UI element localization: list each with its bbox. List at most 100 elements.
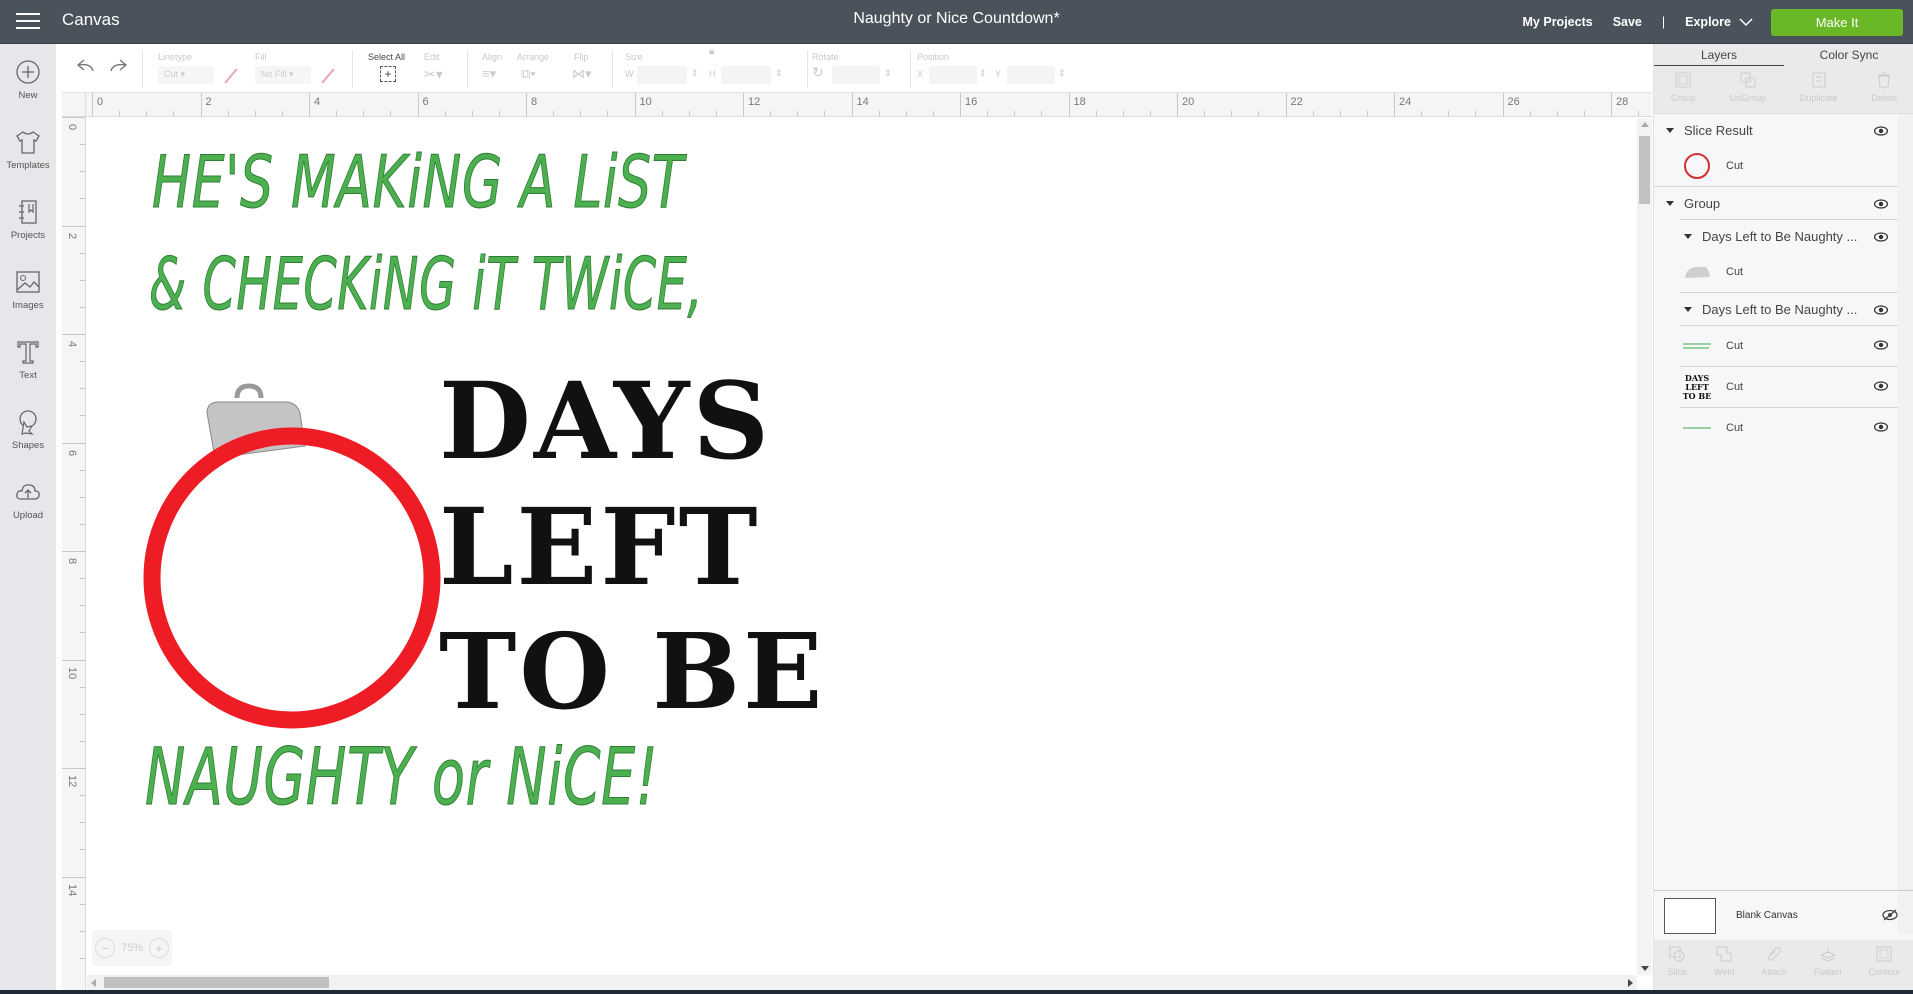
ornament-graphic[interactable] (137, 378, 447, 730)
app-title: Canvas (62, 10, 120, 29)
scroll-left-arrow[interactable] (91, 979, 96, 987)
contour-button[interactable]: Contour (1868, 940, 1900, 990)
layer-item[interactable]: DAYS LEFT TO BE Cut (1654, 367, 1898, 407)
zoom-out-button[interactable]: − (94, 938, 115, 958)
duplicate-button[interactable]: Duplicate (1800, 66, 1837, 113)
eye-icon[interactable] (1873, 124, 1889, 139)
ruler-minor-tick (770, 111, 772, 116)
weld-button[interactable]: Weld (1714, 940, 1734, 990)
expand-caret-icon[interactable] (1666, 127, 1674, 133)
horizontal-scrollbar[interactable] (87, 975, 1637, 990)
width-stepper[interactable]: ⇕ (691, 68, 699, 79)
notebook-icon (19, 200, 37, 224)
nav-projects[interactable]: Projects (0, 198, 56, 241)
eye-icon[interactable] (1873, 303, 1889, 318)
edit-button[interactable]: Edit ✂▾ (424, 44, 454, 93)
vertical-scrollbar[interactable] (1637, 118, 1652, 975)
x-stepper[interactable]: ⇕ (979, 68, 987, 79)
attach-button[interactable]: Attach (1761, 940, 1787, 990)
text-left[interactable]: LEFT (439, 484, 760, 609)
text-line-naughty-or-nice[interactable]: NAUGHTY or NiCE! (145, 733, 658, 824)
edit-label: Edit (424, 52, 440, 62)
tab-layers[interactable]: Layers (1654, 44, 1784, 66)
height-stepper[interactable]: ⇕ (775, 68, 783, 79)
select-all-button[interactable]: Select All + (368, 44, 412, 93)
linetype-select[interactable]: Cut ▾ (158, 66, 214, 84)
layer-subgroup[interactable]: Days Left to Be Naughty ... (1654, 220, 1898, 252)
layer-item[interactable]: Cut (1654, 252, 1898, 292)
eye-icon[interactable] (1873, 422, 1889, 435)
height-input[interactable] (721, 66, 771, 84)
scroll-down-arrow[interactable] (1641, 966, 1649, 971)
nav-shapes[interactable]: Shapes (0, 408, 56, 451)
flatten-button[interactable]: Flatten (1814, 940, 1841, 990)
ruler-tick-label: 6 (417, 93, 429, 117)
group-button[interactable]: Group (1671, 66, 1696, 113)
explore-dropdown[interactable]: Explore (1685, 15, 1753, 29)
make-it-button[interactable]: Make It (1771, 8, 1903, 36)
rotate-input[interactable] (832, 66, 880, 84)
text-to-be[interactable]: TO BE (439, 610, 825, 733)
eye-icon[interactable] (1873, 197, 1889, 212)
expand-caret-icon[interactable] (1666, 200, 1674, 206)
eye-hidden-icon[interactable] (1882, 909, 1898, 921)
ruler-minor-tick (1258, 111, 1260, 116)
layer-group-slice-result[interactable]: Slice Result (1654, 114, 1898, 146)
expand-caret-icon[interactable] (1684, 306, 1692, 312)
save-button[interactable]: Save (1613, 15, 1642, 29)
ruler-minor-tick (688, 111, 690, 116)
ruler-minor-tick (1583, 111, 1585, 116)
nav-text[interactable]: Text (0, 338, 56, 381)
zoom-in-button[interactable]: + (148, 938, 169, 958)
layer-item[interactable]: Cut (1654, 146, 1898, 186)
ruler-tick-label: 18 (1068, 93, 1086, 117)
layer-operation: Cut (1726, 340, 1744, 352)
y-input[interactable] (1007, 66, 1055, 84)
arrange-label: Arrange (517, 52, 550, 62)
nav-templates[interactable]: Templates (0, 128, 56, 171)
expand-caret-icon[interactable] (1684, 233, 1692, 239)
text-line-checking-twice[interactable]: & CHECKiNG iT TWiCE, (149, 242, 703, 327)
rotate-stepper[interactable]: ⇕ (884, 68, 892, 79)
slice-button[interactable]: Slice (1668, 940, 1687, 990)
layer-item[interactable]: Cut (1654, 326, 1898, 366)
line-color-swatch[interactable] (224, 68, 238, 84)
vertical-scroll-thumb[interactable] (1639, 136, 1650, 204)
eye-icon[interactable] (1873, 230, 1889, 245)
nav-upload[interactable]: Upload (0, 478, 56, 521)
ungroup-button[interactable]: UnGroup (1730, 66, 1766, 113)
horizontal-scroll-thumb[interactable] (104, 977, 329, 988)
fill-color-swatch[interactable] (321, 68, 335, 84)
layer-group-group[interactable]: Group (1654, 187, 1898, 219)
scroll-up-arrow[interactable] (1641, 122, 1649, 127)
layer-item[interactable]: Cut (1654, 408, 1898, 448)
fill-select[interactable]: No Fill ▾ (255, 66, 311, 84)
eye-icon[interactable] (1873, 340, 1889, 353)
layer-operation: Cut (1726, 422, 1744, 434)
ruler-minor-tick (80, 605, 85, 607)
layer-subgroup[interactable]: Days Left to Be Naughty ... (1654, 293, 1898, 325)
bottom-actions: Slice Weld Attach Flatten Contour (1654, 940, 1913, 990)
nav-new[interactable]: New (0, 58, 56, 101)
ruler-minor-tick (363, 111, 365, 116)
y-stepper[interactable]: ⇕ (1058, 68, 1066, 79)
text-days[interactable]: DAYS (439, 358, 772, 483)
tab-color-sync[interactable]: Color Sync (1784, 44, 1913, 66)
toolbar-divider (142, 50, 143, 88)
scroll-right-arrow[interactable] (1628, 979, 1633, 987)
width-input[interactable] (637, 66, 687, 84)
text-line-making-a-list[interactable]: HE'S MAKiNG A LiST (152, 140, 684, 225)
nav-images[interactable]: Images (0, 268, 56, 311)
x-input[interactable] (929, 66, 977, 84)
slice-icon (1669, 946, 1685, 962)
ruler-tick-label: 6 (66, 449, 78, 456)
menu-icon[interactable] (16, 13, 40, 31)
design-canvas[interactable]: HE'S MAKiNG A LiST & CHECKiNG iT TWiCE, … (87, 118, 1637, 975)
blank-canvas-swatch[interactable] (1664, 897, 1716, 934)
layer-thumbnail-red-ring (1680, 151, 1714, 181)
layers-scrollbar[interactable] (1898, 114, 1913, 934)
position-label: Position (917, 52, 950, 62)
my-projects-link[interactable]: My Projects (1523, 15, 1593, 29)
delete-button[interactable]: Delete (1871, 66, 1897, 113)
eye-icon[interactable] (1873, 381, 1889, 394)
